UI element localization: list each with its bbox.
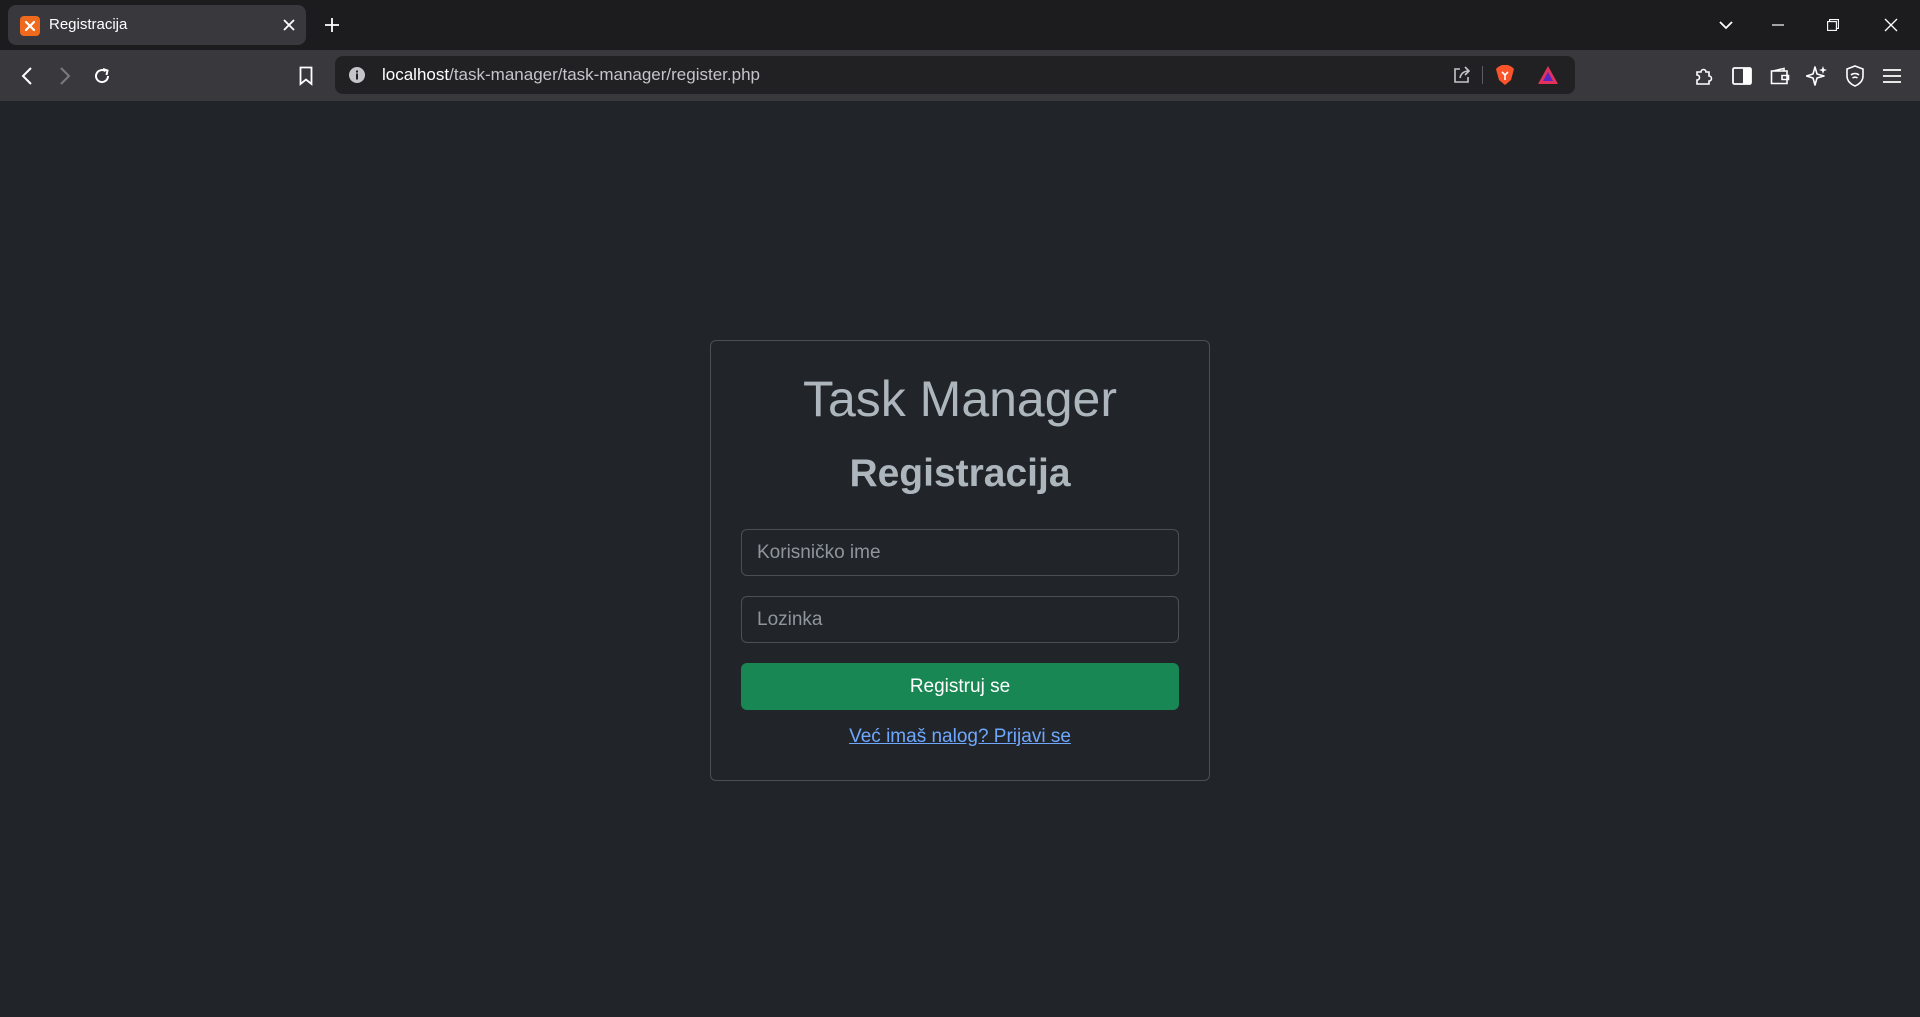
leo-ai-icon[interactable]	[1803, 62, 1831, 90]
form-title: Registracija	[849, 452, 1071, 495]
xampp-logo-icon	[20, 16, 40, 36]
register-card: Task Manager Registracija Registruj se V…	[710, 340, 1210, 781]
wallet-icon[interactable]	[1766, 62, 1794, 90]
extensions-icon[interactable]	[1690, 62, 1718, 90]
url-text: localhost/task-manager/task-manager/regi…	[382, 66, 760, 84]
url-host: localhost	[382, 65, 450, 84]
url-path: /task-manager/task-manager/register.php	[449, 65, 760, 84]
tab-title: Registracija	[49, 16, 128, 33]
register-button[interactable]: Registruj se	[741, 663, 1179, 710]
url-separator	[1482, 66, 1483, 84]
brave-rewards-icon[interactable]	[1536, 63, 1560, 87]
tab-strip: Registracija	[0, 0, 1920, 50]
brave-shields-icon[interactable]	[1493, 63, 1517, 87]
browser-tab[interactable]: Registracija	[8, 5, 306, 45]
reload-icon[interactable]	[88, 62, 116, 90]
browser-toolbar: localhost/task-manager/task-manager/regi…	[0, 50, 1920, 101]
back-arrow-icon[interactable]	[13, 62, 41, 90]
restore-icon[interactable]	[1819, 12, 1847, 38]
login-link[interactable]: Već imaš nalog? Prijavi se	[711, 725, 1209, 749]
password-input[interactable]	[741, 596, 1179, 643]
tab-list-chevron-down-icon[interactable]	[1712, 12, 1740, 38]
vpn-icon[interactable]	[1841, 62, 1869, 90]
sidebar-icon[interactable]	[1728, 62, 1756, 90]
minimize-icon[interactable]	[1764, 12, 1792, 38]
username-input[interactable]	[741, 529, 1179, 576]
menu-icon[interactable]	[1878, 62, 1906, 90]
info-icon[interactable]	[345, 63, 369, 87]
tab-close-icon[interactable]	[280, 16, 298, 34]
close-window-icon[interactable]	[1877, 12, 1905, 38]
bookmark-icon[interactable]	[292, 62, 320, 90]
share-icon[interactable]	[1450, 63, 1474, 87]
new-tab-icon[interactable]	[318, 13, 346, 37]
forward-arrow-icon[interactable]	[51, 62, 79, 90]
app-title: Task Manager	[802, 371, 1118, 427]
address-bar[interactable]: localhost/task-manager/task-manager/regi…	[335, 56, 1575, 94]
